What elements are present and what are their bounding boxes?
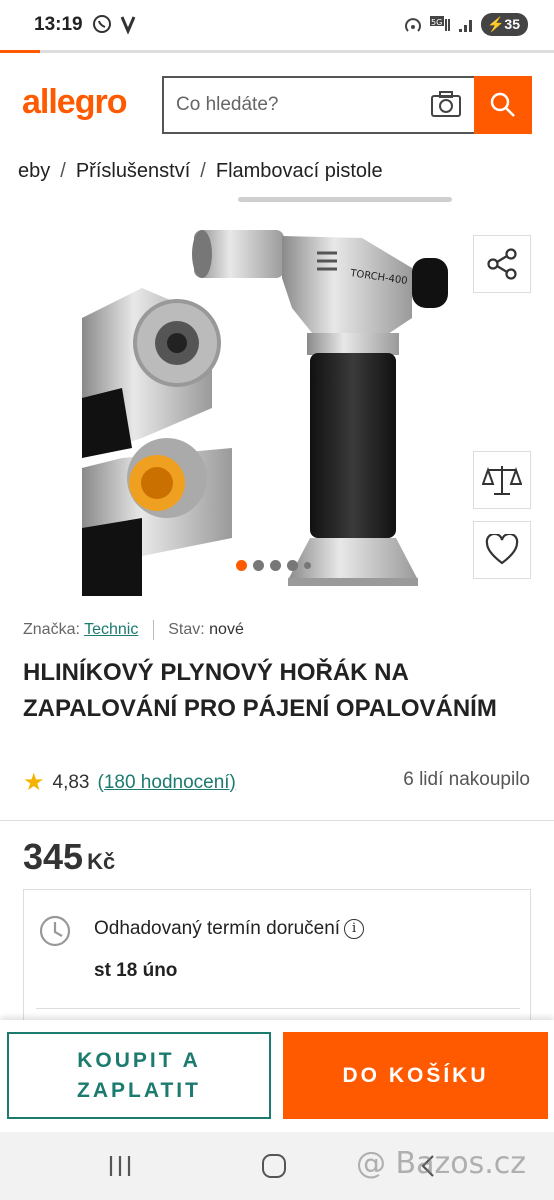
product-meta: Značka: Technic Stav: nové [23,620,244,640]
delivery-label: Odhadovaný termín doručení [94,918,341,939]
gallery-pagination [236,560,311,571]
signal-5g-icon: 5G [429,15,450,31]
price: 345 Kč [23,836,116,877]
star-icon: ★ [23,769,45,796]
recent-apps-icon[interactable] [108,1154,132,1178]
scales-icon [482,466,522,495]
gallery-dot[interactable] [236,560,247,571]
rating-value: 4,83 [52,771,90,793]
action-bar: KOUPIT A ZAPLATIT DO KOŠÍKU [0,1020,554,1132]
delivery-date: st 18 úno [94,960,178,981]
brand-link[interactable]: Technic [84,621,138,638]
app-header: allegro [0,53,554,153]
watermark: @ Bazos.cz [356,1146,527,1181]
hotspot-icon [405,17,421,32]
add-to-cart-button[interactable]: DO KOŠÍKU [283,1032,548,1119]
gallery-dot[interactable] [270,560,281,571]
svg-text:5G: 5G [431,18,442,27]
whatsapp-icon [93,15,111,33]
breadcrumb-item[interactable]: Flambovací pistole [216,160,383,182]
share-button[interactable] [473,235,531,293]
search-icon [490,92,515,117]
breadcrumb: eby / Příslušenství / Flambovací pistole [18,160,383,182]
home-icon[interactable] [262,1154,286,1178]
system-nav-bar: @ Bazos.cz [0,1132,554,1200]
bought-count: 6 lidí nakoupilo [403,769,530,790]
status-time: 13:19 [34,14,83,35]
reviews-link[interactable]: (180 hodnocení) [98,772,236,794]
divider [0,820,554,821]
search-box [162,76,474,134]
buy-now-button[interactable]: KOUPIT A ZAPLATIT [7,1032,271,1119]
product-title: HLINÍKOVÝ PLYNOVÝ HOŘÁK NA ZAPALOVÁNÍ PR… [23,659,497,722]
heart-icon [485,534,519,565]
camera-icon[interactable] [430,90,462,118]
clock-icon [39,915,71,947]
status-bar: 13:19 5G ⚡35 [0,0,554,50]
gallery-dot[interactable] [304,562,311,569]
gallery-dot[interactable] [253,560,264,571]
app-v-icon [120,16,136,34]
allegro-logo[interactable]: allegro [22,83,127,122]
info-icon[interactable]: i [344,918,365,939]
breadcrumb-item[interactable]: Příslušenství [76,160,190,182]
product-image: TORCH-400 [82,230,448,596]
favorite-button[interactable] [473,521,531,579]
search-input[interactable] [164,78,404,132]
battery-indicator: ⚡35 [480,13,528,36]
rating-row: ★ 4,83 (180 hodnocení) [23,768,236,797]
breadcrumb-item[interactable]: eby [18,160,50,182]
search-button[interactable] [474,76,532,134]
condition-value: nové [209,621,244,639]
delivery-box: Odhadovaný termín doručení i st 18 úno [23,889,531,1029]
product-gallery[interactable]: TORCH-400 [82,208,448,596]
compare-button[interactable] [473,451,531,509]
share-icon [487,248,517,280]
breadcrumb-scrollbar[interactable] [238,197,452,202]
signal-bars-icon [458,19,472,32]
gallery-dot[interactable] [287,560,298,571]
